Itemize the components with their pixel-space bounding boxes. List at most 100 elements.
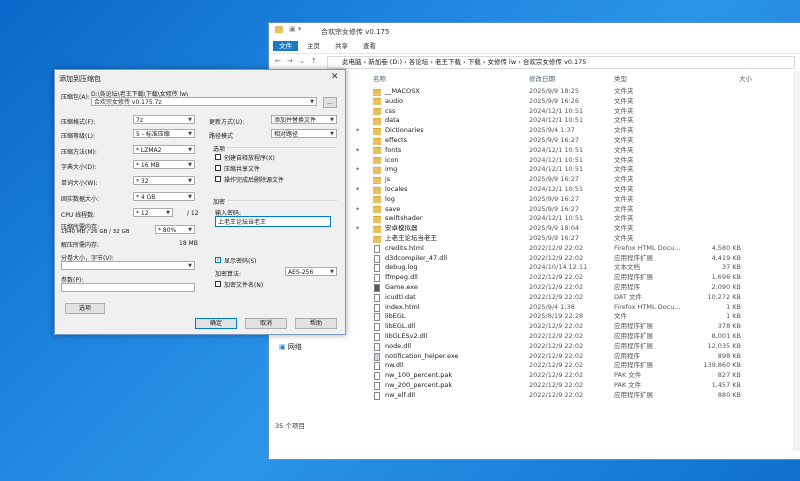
folder-icon: [373, 215, 381, 223]
sidebar-item-network[interactable]: ▣ 网络: [279, 342, 302, 352]
split-size-select[interactable]: ▼: [61, 261, 195, 270]
file-size: 898 KB: [717, 351, 741, 360]
cancel-button[interactable]: 取消: [245, 318, 287, 329]
list-item[interactable]: nw_200_percent.pak 2022/12/9 22:02 PAK 文件 1…: [269, 381, 800, 391]
list-item[interactable]: ✦ Dictionaries 2025/9/4 1:37 文件夹: [269, 126, 800, 136]
file-type: 文件夹: [614, 234, 634, 242]
list-item[interactable]: ✦ locales 2024/12/1 10:51 文件夹: [269, 185, 800, 195]
word-select[interactable]: * 32 ▼: [133, 176, 195, 185]
list-item[interactable]: debug.log 2024/10/14 12:11 文本文档 37 KB: [269, 263, 800, 273]
list-item[interactable]: data 2024/12/1 10:51 文件夹: [269, 116, 800, 126]
list-item[interactable]: libGLESv2.dll 2022/12/9 22:02 应用程序扩展 8,001 …: [269, 332, 800, 342]
file-name: 安卓模拟器: [385, 224, 418, 233]
column-size[interactable]: 大小: [739, 73, 752, 83]
threads-total: / 12: [187, 210, 199, 217]
file-size: 10,272 KB: [707, 292, 741, 301]
threads-select[interactable]: * 12 ▼: [133, 208, 173, 217]
list-item[interactable]: node.dll 2022/12/9 22:02 应用程序扩展 12,035 KB: [269, 342, 800, 352]
list-item[interactable]: css 2024/12/1 10:51 文件夹: [269, 107, 800, 117]
file-date: 2025/9/9 16:27: [529, 234, 579, 242]
list-item[interactable]: effects 2025/9/9 16:27 文件夹: [269, 136, 800, 146]
tab-share[interactable]: 共享: [329, 41, 354, 51]
params-input[interactable]: [61, 283, 195, 292]
explorer-titlebar[interactable]: ▣ ▾ 合欢宗女修传 v0.175: [269, 23, 800, 39]
list-item[interactable]: audio 2025/9/9 16:26 文件夹: [269, 97, 800, 107]
file-name: fonts: [385, 145, 402, 154]
method-value: * LZMA2: [136, 147, 162, 154]
sfx-checkbox[interactable]: [215, 154, 221, 160]
window-title: 合欢宗女修传 v0.175: [321, 28, 390, 36]
forward-arrow-icon[interactable]: →: [287, 57, 293, 65]
column-type[interactable]: 类型: [614, 73, 627, 83]
list-item[interactable]: Game.exe 2022/12/9 22:02 应用程序 2,090 KB: [269, 283, 800, 293]
enc-method-select[interactable]: AES-256 ▼: [285, 267, 337, 276]
chevron-down-icon: ▼: [188, 131, 192, 137]
file-size: 378 KB: [717, 322, 741, 331]
help-button[interactable]: 帮助: [295, 318, 337, 329]
list-item[interactable]: libEGL.dll 2022/12/9 22:02 应用程序扩展 378 KB: [269, 322, 800, 332]
browse-button[interactable]: ...: [323, 97, 337, 108]
list-item[interactable]: nw_100_percent.pak 2022/12/9 22:02 PAK 文件 8…: [269, 371, 800, 381]
format-select[interactable]: 7z ▼: [133, 115, 195, 124]
file-type: 文件夹: [614, 106, 634, 115]
file-size: 4,419 KB: [711, 253, 741, 262]
list-item[interactable]: swiftshader 2024/12/1 10:51 文件夹: [269, 214, 800, 224]
mem-percent-select[interactable]: * 80% ▼: [155, 225, 195, 234]
file-name: js: [385, 175, 391, 184]
tab-file[interactable]: 文件: [273, 41, 298, 51]
password-value: 上老王论坛当老王: [218, 219, 267, 226]
options-button[interactable]: 选项: [65, 303, 105, 314]
close-icon[interactable]: ✕: [331, 72, 339, 82]
list-item[interactable]: credits.html 2022/12/9 22:02 Firefox HTML …: [269, 244, 800, 254]
dict-select[interactable]: * 16 MB ▼: [133, 160, 195, 169]
chevron-down-icon: ▼: [188, 178, 192, 184]
file-name: nw_elf.dll: [385, 390, 416, 399]
show-password-checkbox[interactable]: ✓: [215, 257, 221, 263]
network-icon: ▣: [279, 343, 286, 351]
solid-select[interactable]: * 4 GB ▼: [133, 192, 195, 201]
list-item[interactable]: nw_elf.dll 2022/12/9 22:02 应用程序扩展 880 KB: [269, 391, 800, 401]
list-item[interactable]: ✦ img 2024/12/1 10:51 文件夹: [269, 165, 800, 175]
ok-button[interactable]: 确定: [195, 318, 237, 329]
list-item[interactable]: d3dcompiler_47.dll 2022/12/9 22:02 应用程序扩展 4…: [269, 254, 800, 264]
password-input[interactable]: 上老王论坛当老王: [215, 216, 331, 227]
method-select[interactable]: * LZMA2 ▼: [133, 145, 195, 154]
tab-home[interactable]: 主页: [301, 41, 326, 51]
list-item[interactable]: nw.dll 2022/12/9 22:02 应用程序扩展 139,860 KB: [269, 361, 800, 371]
folder-icon: [373, 225, 381, 233]
list-item[interactable]: log 2025/9/9 16:27 文件夹: [269, 195, 800, 205]
back-arrow-icon[interactable]: ←: [275, 57, 281, 65]
column-name[interactable]: 名称: [373, 73, 386, 83]
update-select[interactable]: 添加并替换文件 ▼: [271, 115, 337, 124]
vertical-scrollbar[interactable]: [793, 71, 800, 451]
recent-chevron-icon[interactable]: ⌄: [299, 57, 305, 65]
breadcrumb[interactable]: 此电脑 › 新加卷 (D:) › 各论坛 › 老王下载 › 下载 › 女修传 l…: [327, 56, 795, 69]
list-item[interactable]: icon 2024/12/1 10:51 文件夹: [269, 156, 800, 166]
list-item[interactable]: 上老王论坛当老王 2025/9/9 16:27 文件夹: [269, 234, 800, 244]
pathmode-label: 路径模式: [209, 133, 234, 140]
list-item[interactable]: notification_helper.exe 2022/12/9 22:02 应用…: [269, 352, 800, 362]
mem-decomp-label: 解压所需内存:: [61, 242, 100, 249]
list-item[interactable]: index.html 2025/9/4 1:38 Firefox HTML Docu…: [269, 303, 800, 313]
list-item[interactable]: ✦ save 2025/9/9 16:27 文件夹: [269, 205, 800, 215]
delete-source-checkbox[interactable]: [215, 176, 221, 182]
file-date: 2022/12/9 22:02: [529, 381, 584, 389]
file-size: 1,696 KB: [711, 273, 741, 282]
shared-checkbox[interactable]: [215, 165, 221, 171]
list-item[interactable]: ffmpeg.dll 2022/12/9 22:02 应用程序扩展 1,696 KB: [269, 273, 800, 283]
level-select[interactable]: 5 - 标准压缩 ▼: [133, 129, 195, 138]
list-item[interactable]: libEGL 2025/8/19 22:28 文件 1 KB: [269, 312, 800, 322]
up-arrow-icon[interactable]: ↑: [311, 57, 317, 65]
list-item[interactable]: js 2025/9/9 16:27 文件夹: [269, 175, 800, 185]
list-item[interactable]: ✦ fonts 2024/12/1 10:51 文件夹: [269, 146, 800, 156]
column-date[interactable]: 修改日期: [529, 73, 555, 83]
tab-view[interactable]: 查看: [357, 41, 382, 51]
list-item[interactable]: __MACOSX 2025/9/9 18:25 文件夹: [269, 87, 800, 97]
list-item[interactable]: ✦ 安卓模拟器 2025/9/9 18:04 文件夹: [269, 224, 800, 234]
list-item[interactable]: icudtl.dat 2022/12/9 22:02 DAT 文件 10,272 KB: [269, 293, 800, 303]
archive-name-combo[interactable]: 合欢宗女修传 v0.175.7z ▼: [91, 97, 317, 106]
pathmode-select[interactable]: 相对路径 ▼: [271, 129, 337, 138]
quick-access-toolbar-icon[interactable]: ▣ ▾: [289, 25, 301, 33]
encrypt-names-checkbox[interactable]: [215, 281, 221, 287]
file-type: Firefox HTML Docu...: [614, 243, 681, 252]
